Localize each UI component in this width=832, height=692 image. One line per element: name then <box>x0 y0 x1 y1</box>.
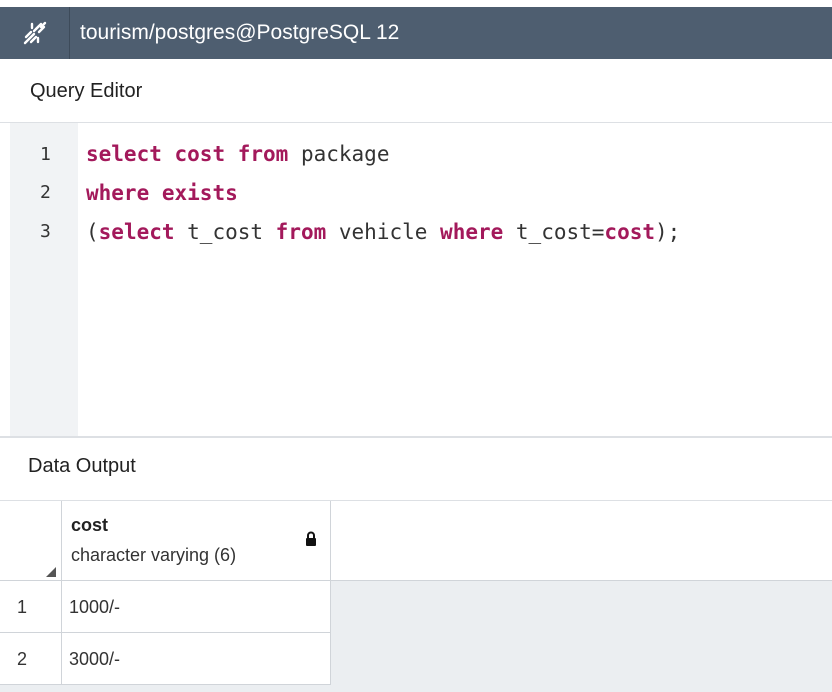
sql-keyword: select <box>86 142 162 166</box>
query-editor-label: Query Editor <box>30 80 143 102</box>
unlinked-connection-icon[interactable] <box>0 7 70 59</box>
table-cell[interactable]: 3000/- <box>62 633 331 685</box>
header-filler <box>331 501 832 581</box>
sql-keyword: from <box>237 142 289 166</box>
sql-text: vehicle <box>326 220 441 244</box>
sql-keyword: cost <box>174 142 226 166</box>
sql-text: ); <box>655 220 681 244</box>
sql-text: package <box>288 142 390 166</box>
code-line[interactable]: where exists <box>86 181 238 205</box>
table-row[interactable]: 2 3000/- <box>0 633 331 685</box>
line-number: 3 <box>40 221 51 242</box>
corner-triangle-icon <box>46 567 56 577</box>
column-type: character varying (6) <box>71 545 237 565</box>
sql-keyword: select <box>98 220 175 244</box>
select-all-corner[interactable] <box>0 501 62 581</box>
column-header-cost[interactable]: cost character varying (6) <box>62 501 331 581</box>
connection-title: tourism/postgres@PostgreSQL 12 <box>80 21 400 44</box>
sql-keyword: where <box>86 181 150 205</box>
line-number: 1 <box>40 144 51 165</box>
result-grid: cost character varying (6) 1 1000/- 2 30… <box>0 501 832 692</box>
divider <box>0 436 832 438</box>
sql-keyword: where <box>440 220 504 244</box>
row-number[interactable]: 1 <box>0 581 62 633</box>
sql-keyword: exists <box>161 181 238 205</box>
code-line[interactable]: (select t_cost from vehicle where t_cost… <box>86 220 680 244</box>
line-number: 2 <box>40 182 51 203</box>
row-number[interactable]: 2 <box>0 633 62 685</box>
lock-icon <box>305 531 317 552</box>
query-editor[interactable]: 1 2 3 select cost from package where exi… <box>0 123 832 436</box>
sql-text: t_cost <box>174 220 276 244</box>
sql-keyword: cost <box>604 220 655 244</box>
code-line[interactable]: select cost from package <box>86 142 389 166</box>
sql-text: t_cost= <box>503 220 605 244</box>
sql-keyword: from <box>275 220 327 244</box>
column-name: cost <box>71 515 109 535</box>
table-row[interactable]: 1 1000/- <box>0 581 331 633</box>
sql-text: ( <box>86 220 99 244</box>
line-number-gutter <box>10 123 78 436</box>
connection-titlebar: tourism/postgres@PostgreSQL 12 <box>0 7 832 59</box>
data-output-label: Data Output <box>28 455 136 477</box>
table-cell[interactable]: 1000/- <box>62 581 331 633</box>
